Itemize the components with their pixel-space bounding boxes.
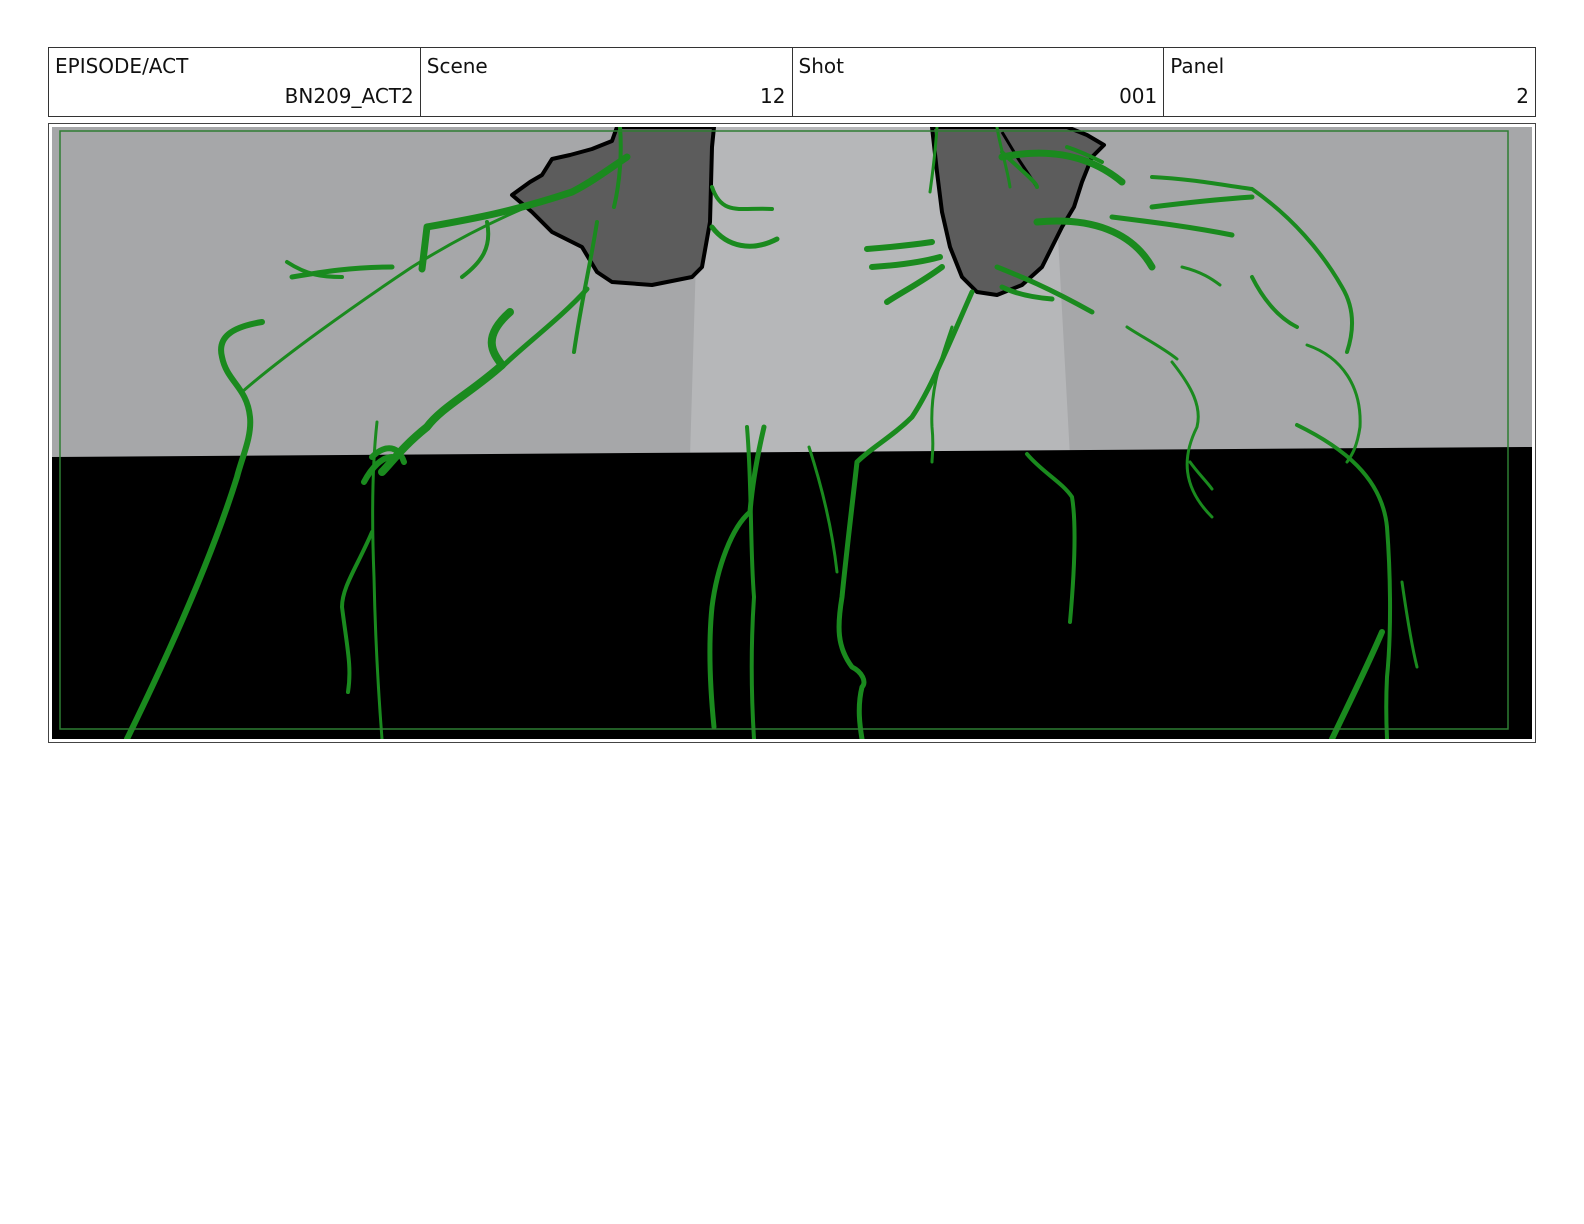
episode-act-label: EPISODE/ACT [55,54,189,78]
scene-value: 12 [760,84,786,108]
panel-value: 2 [1516,84,1529,108]
episode-act-value: BN209_ACT2 [284,84,414,108]
panel-info-header: EPISODE/ACT BN209_ACT2 Scene 12 Shot 001… [48,47,1536,117]
scene-label: Scene [426,54,488,78]
floor [52,447,1532,739]
shot-value: 001 [1119,84,1158,108]
episode-act-cell: EPISODE/ACT BN209_ACT2 [49,48,421,116]
storyboard-panel-frame [48,123,1536,743]
shot-cell: Shot 001 [793,48,1165,116]
panel-cell: Panel 2 [1164,48,1535,116]
storyboard-sketch [52,127,1532,739]
scene-cell: Scene 12 [421,48,793,116]
shot-label: Shot [798,54,844,78]
panel-label: Panel [1170,54,1225,78]
